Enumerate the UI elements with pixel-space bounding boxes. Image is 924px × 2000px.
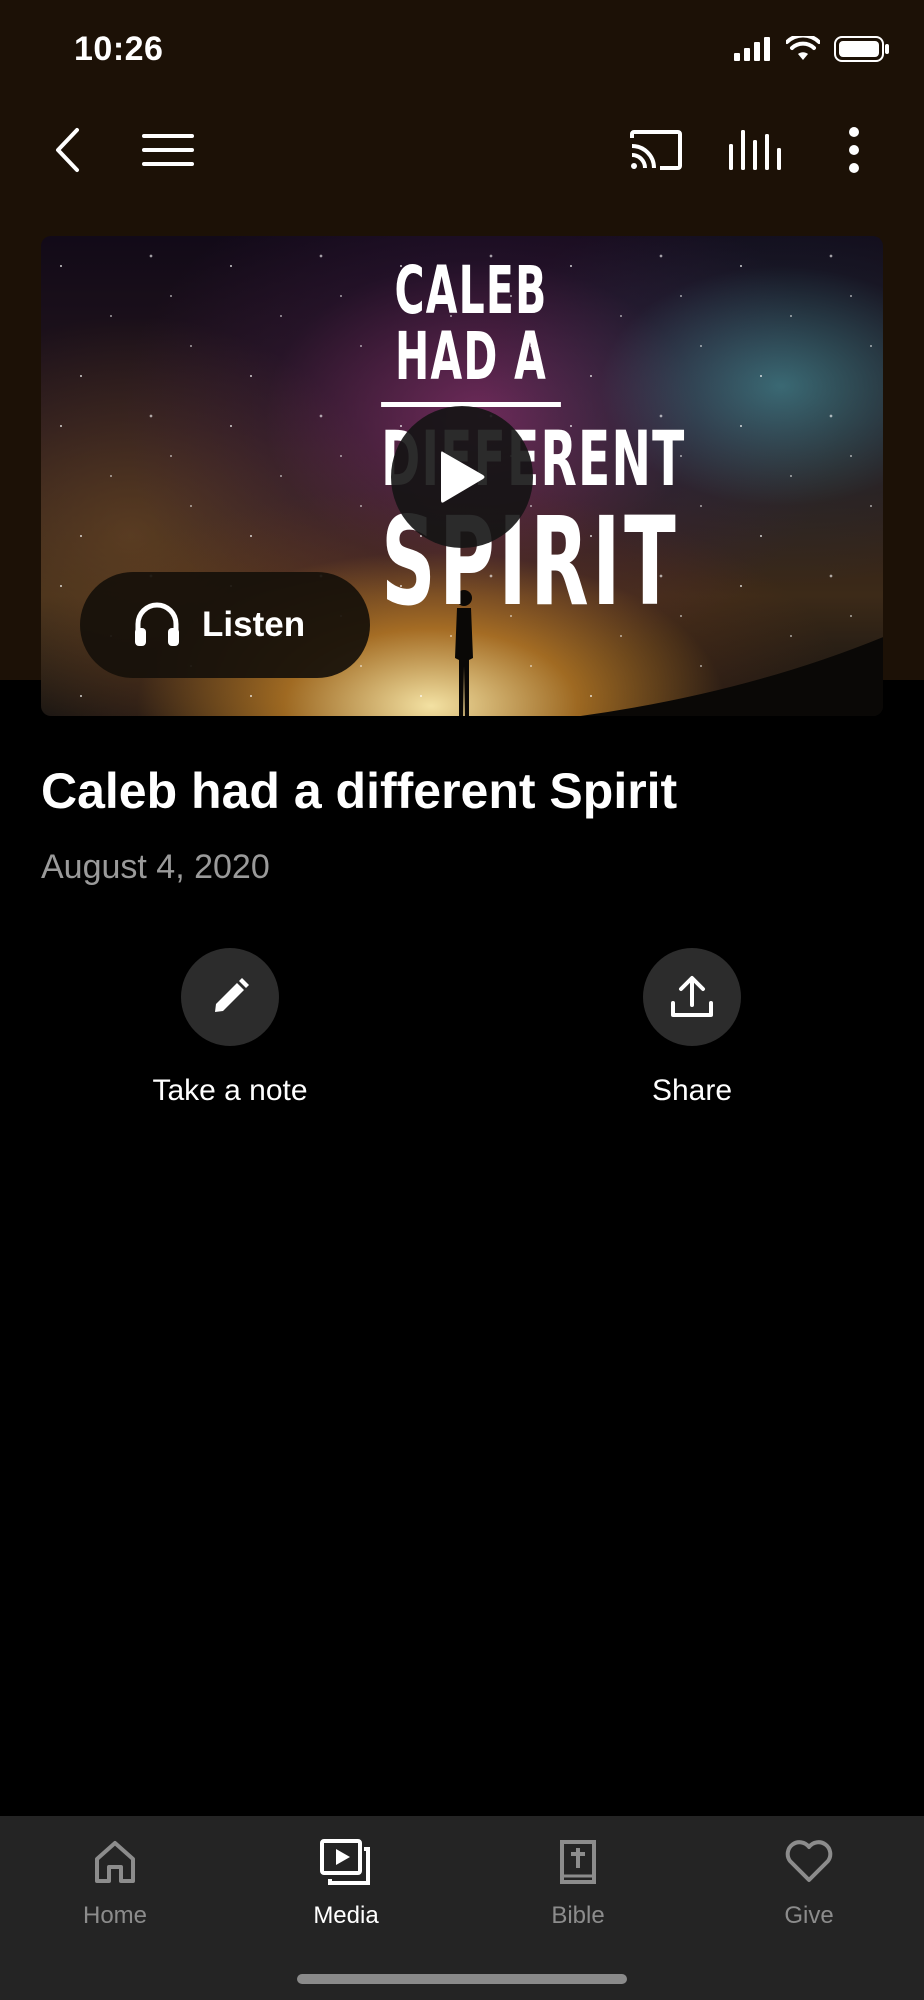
episode-date: August 4, 2020 [41, 848, 270, 886]
bible-icon [548, 1832, 608, 1892]
cast-button[interactable] [626, 120, 686, 180]
tab-bible[interactable]: Bible [488, 1832, 668, 1930]
status-bar: 10:26 [0, 0, 924, 100]
cellular-signal-icon [734, 37, 770, 61]
take-note-action[interactable]: Take a note [110, 948, 350, 1108]
listen-button[interactable]: Listen [80, 572, 370, 678]
battery-icon [834, 36, 889, 62]
hamburger-menu-icon [142, 134, 194, 166]
heart-icon [779, 1832, 839, 1892]
take-note-label: Take a note [152, 1074, 308, 1107]
status-time: 10:26 [74, 30, 164, 68]
top-toolbar [0, 100, 924, 200]
tab-home-label: Home [82, 1902, 148, 1929]
back-button[interactable] [38, 120, 98, 180]
tab-media-label: Media [313, 1902, 379, 1929]
more-vertical-icon [849, 127, 859, 173]
listen-label: Listen [202, 605, 306, 644]
share-icon [671, 976, 713, 1017]
tab-home[interactable]: Home [25, 1832, 205, 1930]
tab-media[interactable]: Media [256, 1832, 436, 1930]
status-icons [734, 36, 890, 62]
headphones-icon [135, 602, 179, 646]
audio-levels-icon [729, 130, 781, 170]
menu-button[interactable] [138, 120, 198, 180]
play-icon [441, 451, 485, 503]
tab-give-label: Give [784, 1902, 834, 1929]
artwork-title-line1: CALEB HAD A [394, 252, 548, 395]
take-note-button[interactable] [181, 948, 279, 1046]
episode-title: Caleb had a different Spirit [41, 763, 678, 819]
cast-icon [630, 130, 682, 170]
share-label: Share [651, 1074, 733, 1107]
share-action[interactable]: Share [572, 948, 812, 1108]
home-icon [85, 1832, 145, 1892]
play-button[interactable] [391, 406, 533, 548]
pencil-icon [215, 978, 249, 1012]
audio-levels-button[interactable] [725, 120, 785, 180]
home-indicator[interactable] [297, 1974, 627, 1984]
tab-bible-label: Bible [551, 1902, 605, 1929]
chevron-left-icon [56, 128, 79, 172]
more-options-button[interactable] [824, 120, 884, 180]
media-icon [316, 1832, 376, 1892]
share-button[interactable] [643, 948, 741, 1046]
bottom-tab-bar: Home Media Bible Give [0, 1816, 924, 2000]
wifi-icon [786, 36, 820, 60]
tab-give[interactable]: Give [719, 1832, 899, 1930]
